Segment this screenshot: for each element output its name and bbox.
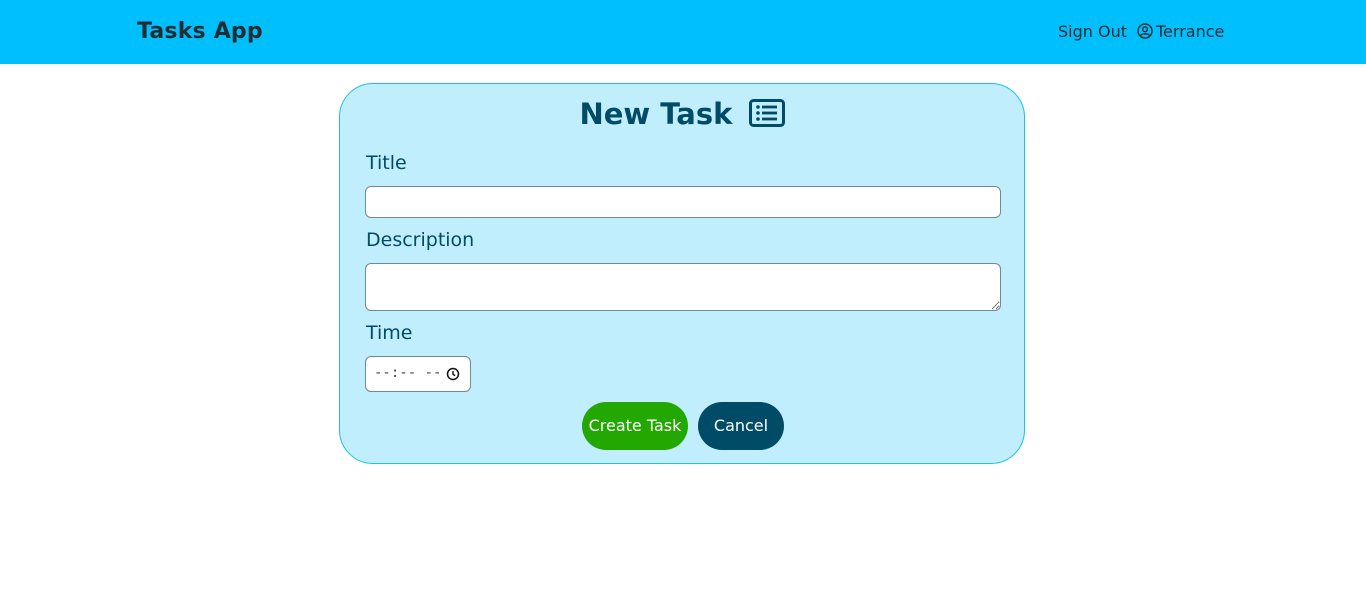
brand-title[interactable]: Tasks App xyxy=(137,19,263,44)
description-label: Description xyxy=(366,229,475,251)
cancel-button[interactable]: Cancel xyxy=(698,402,784,450)
new-task-card: New Task Title Description Time --:-- --… xyxy=(339,83,1025,464)
description-textarea[interactable] xyxy=(365,263,1001,311)
sign-out-link[interactable]: Sign Out xyxy=(1058,22,1127,41)
user-name: Terrance xyxy=(1156,22,1225,41)
time-placeholder: --:-- -- xyxy=(374,365,442,381)
title-label: Title xyxy=(366,152,407,174)
title-input[interactable] xyxy=(365,186,1001,218)
form-title-text: New Task xyxy=(579,97,733,131)
top-navbar: Tasks App Sign Out Terrance xyxy=(0,0,1366,64)
time-input[interactable]: --:-- -- xyxy=(365,356,471,392)
user-menu[interactable]: Terrance xyxy=(1137,22,1224,41)
clock-icon[interactable] xyxy=(446,367,460,381)
time-label: Time xyxy=(366,322,413,344)
user-circle-icon xyxy=(1137,23,1153,39)
create-task-button[interactable]: Create Task xyxy=(582,402,688,450)
form-title: New Task xyxy=(340,97,1024,131)
list-icon xyxy=(748,99,785,127)
